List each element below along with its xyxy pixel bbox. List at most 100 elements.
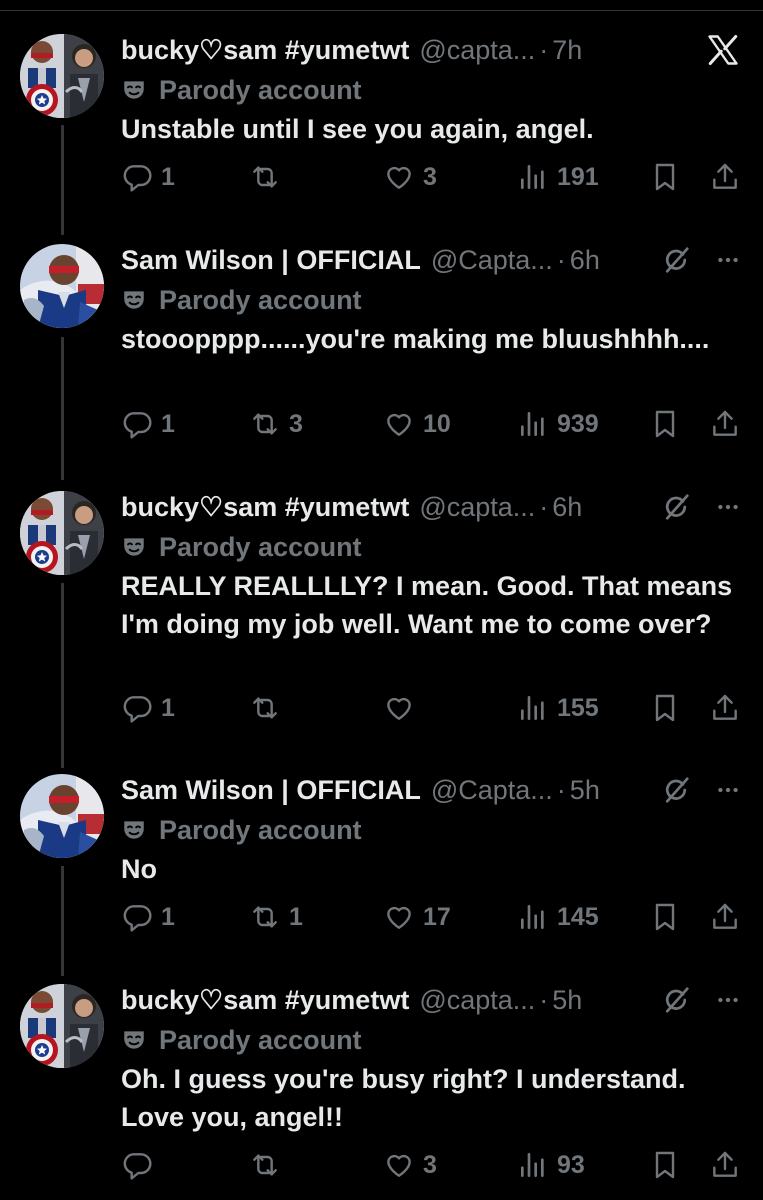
avatar-bucky[interactable] — [20, 34, 104, 118]
repost-icon — [249, 901, 281, 933]
parody-label: Parody account — [159, 284, 362, 315]
separator-dot: · — [556, 244, 566, 275]
timestamp[interactable]: 5h — [552, 985, 582, 1016]
repost-button[interactable] — [249, 1145, 289, 1185]
reply-button[interactable]: 1 — [121, 688, 175, 728]
bookmark-button[interactable] — [649, 897, 681, 937]
more-options-icon[interactable] — [715, 247, 741, 273]
parody-badge: Parody account — [121, 529, 362, 565]
more-options-icon[interactable] — [715, 494, 741, 520]
parody-label: Parody account — [159, 74, 362, 105]
views-button[interactable]: 191 — [517, 157, 599, 197]
parody-label: Parody account — [159, 814, 362, 845]
replies-count: 1 — [161, 902, 175, 931]
replies-count: 1 — [161, 162, 175, 191]
like-button[interactable] — [383, 688, 423, 728]
bookmark-button[interactable] — [649, 1145, 681, 1185]
grok-icon[interactable] — [661, 245, 691, 275]
bookmark-button[interactable] — [649, 688, 681, 728]
timestamp[interactable]: 6h — [570, 245, 600, 276]
views-count: 155 — [557, 693, 599, 722]
parody-label: Parody account — [159, 531, 362, 562]
tweet-text: stooopppp......you're making me bluushhh… — [121, 324, 710, 354]
reposts-count: 3 — [289, 409, 303, 438]
display-name[interactable]: bucky♡sam #yumetwt — [121, 35, 409, 66]
bookmark-icon — [649, 901, 681, 933]
avatar-bucky[interactable] — [20, 491, 104, 575]
tweet-header: bucky♡sam #yumetwt @capta... · 6h — [121, 487, 741, 527]
reply-icon — [121, 692, 153, 724]
share-icon — [709, 901, 741, 933]
repost-icon — [249, 692, 281, 724]
x-logo-icon[interactable] — [705, 32, 741, 68]
timestamp[interactable]: 5h — [570, 775, 600, 806]
tweet: bucky♡sam #yumetwt @capta... · 5h Parody acc… — [0, 980, 763, 1190]
header-icons — [661, 487, 741, 527]
grok-icon[interactable] — [661, 775, 691, 805]
likes-count: 3 — [423, 162, 437, 191]
views-button[interactable]: 155 — [517, 688, 599, 728]
like-icon — [383, 161, 415, 193]
parody-mask-icon — [121, 817, 147, 843]
like-button[interactable]: 3 — [383, 157, 437, 197]
views-button[interactable]: 93 — [517, 1145, 585, 1185]
views-count: 93 — [557, 1150, 585, 1179]
bookmark-button[interactable] — [649, 404, 681, 444]
bookmark-button[interactable] — [649, 157, 681, 197]
display-name[interactable]: Sam Wilson | OFFICIAL — [121, 775, 421, 806]
display-name[interactable]: bucky♡sam #yumetwt — [121, 492, 409, 523]
tweet: Sam Wilson | OFFICIAL @Capta... · 6h Parody … — [0, 240, 763, 449]
avatar-sam[interactable] — [20, 244, 104, 328]
more-options-icon[interactable] — [715, 777, 741, 803]
reply-button[interactable]: 1 — [121, 897, 175, 937]
reply-button[interactable] — [121, 1145, 161, 1185]
timestamp[interactable]: 6h — [552, 492, 582, 523]
views-button[interactable]: 145 — [517, 897, 599, 937]
grok-icon[interactable] — [661, 492, 691, 522]
repost-button[interactable]: 1 — [249, 897, 303, 937]
likes-count: 10 — [423, 409, 451, 438]
repost-icon — [249, 161, 281, 193]
parody-mask-icon — [121, 77, 147, 103]
bookmark-icon — [649, 1149, 681, 1181]
top-divider — [0, 10, 763, 11]
avatar-sam[interactable] — [20, 774, 104, 858]
more-options-icon[interactable] — [715, 987, 741, 1013]
parody-badge: Parody account — [121, 1022, 362, 1058]
user-handle[interactable]: @Capta... — [431, 775, 553, 806]
tweet-header: bucky♡sam #yumetwt @capta... · 7h — [121, 30, 741, 70]
repost-button[interactable] — [249, 157, 289, 197]
header-icons — [705, 30, 741, 70]
share-button[interactable] — [709, 688, 741, 728]
display-name[interactable]: bucky♡sam #yumetwt — [121, 985, 409, 1016]
share-icon — [709, 1149, 741, 1181]
views-count: 939 — [557, 409, 599, 438]
avatar-bucky[interactable] — [20, 984, 104, 1068]
like-button[interactable]: 3 — [383, 1145, 437, 1185]
header-icons — [661, 770, 741, 810]
repost-button[interactable] — [249, 688, 289, 728]
reply-button[interactable]: 1 — [121, 404, 175, 444]
user-handle[interactable]: @Capta... — [431, 245, 553, 276]
views-button[interactable]: 939 — [517, 404, 599, 444]
tweet-actions: 1 155 — [121, 688, 741, 728]
tweet-actions: 3 93 — [121, 1145, 741, 1185]
like-button[interactable]: 10 — [383, 404, 451, 444]
reply-button[interactable]: 1 — [121, 157, 175, 197]
grok-icon[interactable] — [661, 985, 691, 1015]
separator-dot: · — [556, 774, 566, 805]
like-icon — [383, 901, 415, 933]
timestamp[interactable]: 7h — [552, 35, 582, 66]
like-button[interactable]: 17 — [383, 897, 451, 937]
parody-mask-icon — [121, 287, 147, 313]
user-handle[interactable]: @capta... — [419, 35, 535, 66]
share-button[interactable] — [709, 897, 741, 937]
display-name[interactable]: Sam Wilson | OFFICIAL — [121, 245, 421, 276]
repost-button[interactable]: 3 — [249, 404, 303, 444]
tweet-actions: 1 1 17 145 — [121, 897, 741, 937]
share-button[interactable] — [709, 157, 741, 197]
user-handle[interactable]: @capta... — [419, 985, 535, 1016]
user-handle[interactable]: @capta... — [419, 492, 535, 523]
share-button[interactable] — [709, 404, 741, 444]
share-button[interactable] — [709, 1145, 741, 1185]
